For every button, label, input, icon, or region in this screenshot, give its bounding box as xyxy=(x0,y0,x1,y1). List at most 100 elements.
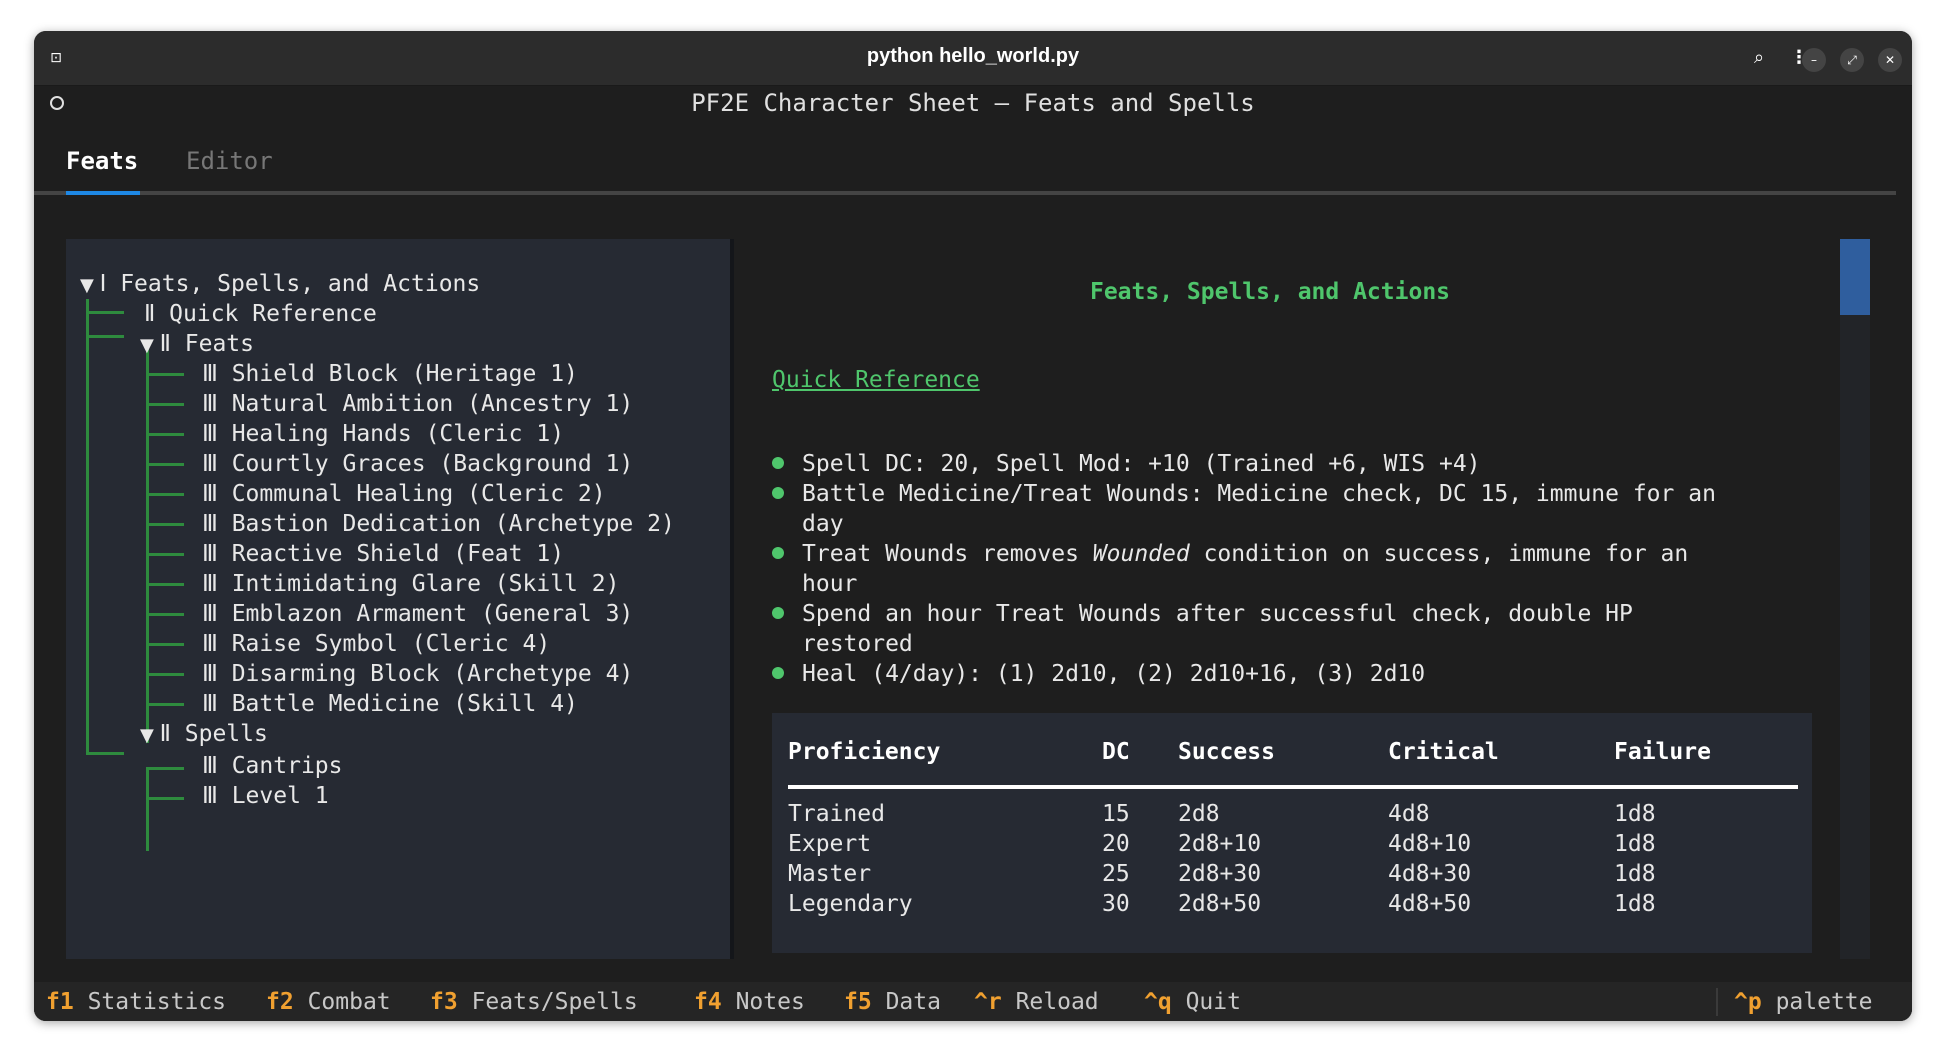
table-cell: Legendary xyxy=(788,891,913,917)
tree-node-label: Ⅲ Cantrips xyxy=(202,753,343,779)
close-button[interactable]: ✕ xyxy=(1878,48,1902,72)
footer-key: ^q xyxy=(1144,989,1172,1015)
tree-node-quick-reference[interactable]: Ⅱ Quick Reference xyxy=(144,299,377,329)
tree-node-level-1[interactable]: Ⅲ Level 1 xyxy=(202,781,329,811)
tree-node-feat[interactable]: Ⅲ Shield Block (Heritage 1) xyxy=(202,359,578,389)
tree-node-label: Ⅱ Feats xyxy=(159,331,254,357)
scrollbar-thumb[interactable] xyxy=(1840,239,1870,315)
footer-label: Data xyxy=(885,989,941,1015)
tree-connector xyxy=(146,613,184,616)
bullet-icon xyxy=(772,546,784,559)
bullet-icon xyxy=(772,606,784,619)
search-icon[interactable]: ⌕ xyxy=(1746,45,1772,71)
table-cell: 2d8 xyxy=(1178,801,1220,827)
table-cell: 4d8+50 xyxy=(1388,891,1472,917)
bullet-text: Spell DC: 20, Spell Mod: +10 (Trained +6… xyxy=(802,451,1481,477)
footer-label: Reload xyxy=(1015,989,1099,1015)
tree-connector xyxy=(146,583,184,586)
table-cell: 4d8+30 xyxy=(1388,861,1472,887)
tree-connector xyxy=(146,553,184,556)
footer-key: f3 xyxy=(430,989,458,1015)
tree-node-feat[interactable]: Ⅲ Communal Healing (Cleric 2) xyxy=(202,479,606,509)
scrollbar-track[interactable] xyxy=(1840,239,1870,959)
table-cell: Trained xyxy=(788,801,885,827)
list-item: Battle Medicine/Treat Wounds: Medicine c… xyxy=(772,479,1716,539)
bullet-text: condition on success, immune for an xyxy=(1189,541,1689,567)
tree-connector xyxy=(146,403,184,406)
tree-node-feat[interactable]: Ⅲ Disarming Block (Archetype 4) xyxy=(202,659,633,689)
tree-connector xyxy=(146,523,184,526)
tree-node-label: Ⅲ Healing Hands (Cleric 1) xyxy=(202,421,565,447)
tab-feats[interactable]: Feats xyxy=(66,141,138,181)
footer-binding[interactable]: f4 Notes xyxy=(694,982,805,1021)
bullet-text: Treat Wounds removes xyxy=(802,541,1093,567)
tree-node-label: Ⅲ Disarming Block (Archetype 4) xyxy=(202,661,634,687)
footer-binding[interactable]: ^q Quit xyxy=(1144,982,1241,1021)
tree-node-label: Ⅲ Raise Symbol (Cleric 4) xyxy=(202,631,551,657)
footer-binding[interactable]: f2 Combat xyxy=(266,982,391,1021)
tree-node-label: Ⅲ Shield Block (Heritage 1) xyxy=(202,361,578,387)
footer-command-palette[interactable]: ^p palette xyxy=(1734,982,1873,1021)
tree-node-label: Ⅰ Feats, Spells, and Actions xyxy=(99,271,481,297)
table-cell: 4d8 xyxy=(1388,801,1430,827)
tree-node-root[interactable]: ▼ Ⅰ Feats, Spells, and Actions xyxy=(80,269,480,299)
list-item: Treat Wounds removes Wounded condition o… xyxy=(772,539,1688,599)
tree-node-feat[interactable]: Ⅲ Reactive Shield (Feat 1) xyxy=(202,539,564,569)
minimize-button[interactable]: – xyxy=(1802,48,1826,72)
footer-key: ^r xyxy=(974,989,1002,1015)
tab-bar: Feats Editor xyxy=(34,141,1912,191)
footer-bar: f1 Statistics f2 Combat f3 Feats/Spells f4 … xyxy=(34,982,1912,1021)
table-cell: 2d8+10 xyxy=(1178,831,1262,857)
tree-node-label: Ⅲ Natural Ambition (Ancestry 1) xyxy=(202,391,634,417)
tree-connector xyxy=(86,335,124,338)
bullet-text: Heal (4/day): (1) 2d10, (2) 2d10+16, (3)… xyxy=(802,661,1426,687)
tree-node-feat[interactable]: Ⅲ Intimidating Glare (Skill 2) xyxy=(202,569,619,599)
tree-node-feat[interactable]: Ⅲ Raise Symbol (Cleric 4) xyxy=(202,629,550,659)
tree-node-feat[interactable]: Ⅲ Bastion Dedication (Archetype 2) xyxy=(202,509,675,539)
tree-node-feat[interactable]: Ⅲ Natural Ambition (Ancestry 1) xyxy=(202,389,633,419)
bullet-emphasis: Wounded xyxy=(1092,541,1190,567)
markdown-viewer: Feats, Spells, and Actions Quick Referen… xyxy=(740,239,1864,959)
bullet-icon xyxy=(772,666,784,679)
footer-binding[interactable]: f1 Statistics xyxy=(46,982,226,1021)
tab-underline xyxy=(34,191,1896,195)
tab-editor[interactable]: Editor xyxy=(186,141,273,181)
tree-node-spells[interactable]: ▼ Ⅱ Spells xyxy=(140,719,268,749)
tree-node-label: Ⅲ Level 1 xyxy=(202,783,329,809)
footer-binding[interactable]: f3 Feats/Spells xyxy=(430,982,638,1021)
title-bar: ⊡ python hello_world.py ⌕ ⋮ – ⤢ ✕ xyxy=(34,31,1912,86)
tree-node-label: Ⅲ Bastion Dedication (Archetype 2) xyxy=(202,511,675,537)
tree-node-feat[interactable]: Ⅲ Battle Medicine (Skill 4) xyxy=(202,689,578,719)
footer-label: Feats/Spells xyxy=(471,989,638,1015)
table-cell: 4d8+10 xyxy=(1388,831,1472,857)
bullet-text-cont: hour xyxy=(802,571,858,597)
footer-key: f1 xyxy=(46,989,74,1015)
tree-node-cantrips[interactable]: Ⅲ Cantrips xyxy=(202,751,342,781)
list-item: Spell DC: 20, Spell Mod: +10 (Trained +6… xyxy=(772,449,1481,479)
tree-connector xyxy=(86,752,124,755)
tree-node-label: Ⅲ Emblazon Armament (General 3) xyxy=(202,601,634,627)
terminal-window: ⊡ python hello_world.py ⌕ ⋮ – ⤢ ✕ PF2E C… xyxy=(34,31,1912,1021)
tree-connector xyxy=(146,433,184,436)
expanded-triangle-icon: ▼ xyxy=(140,335,160,356)
app-title: PF2E Character Sheet — Feats and Spells xyxy=(691,89,1255,117)
table-cell: 30 xyxy=(1102,891,1130,917)
footer-label: Statistics xyxy=(87,989,227,1015)
tree-node-feat[interactable]: Ⅲ Healing Hands (Cleric 1) xyxy=(202,419,564,449)
tree-node-label: Ⅱ Quick Reference xyxy=(144,301,377,327)
quick-reference-link[interactable]: Quick Reference xyxy=(772,367,980,393)
tree-connector xyxy=(146,797,184,800)
tree-node-feat[interactable]: Ⅲ Courtly Graces (Background 1) xyxy=(202,449,633,479)
table-cell: Expert xyxy=(788,831,872,857)
maximize-icon: ⤢ xyxy=(1847,53,1857,67)
tree-node-feats[interactable]: ▼ Ⅱ Feats xyxy=(140,329,254,359)
column-header: Failure xyxy=(1614,739,1711,765)
footer-binding[interactable]: f5 Data xyxy=(844,982,941,1021)
tree-node-label: Ⅱ Spells xyxy=(159,721,268,747)
bullet-icon xyxy=(772,456,784,469)
footer-binding[interactable]: ^r Reload xyxy=(974,982,1099,1021)
terminal-content: PF2E Character Sheet — Feats and Spells … xyxy=(34,87,1912,1021)
footer-key: f2 xyxy=(266,989,294,1015)
maximize-button[interactable]: ⤢ xyxy=(1840,48,1864,72)
tree-node-feat[interactable]: Ⅲ Emblazon Armament (General 3) xyxy=(202,599,633,629)
